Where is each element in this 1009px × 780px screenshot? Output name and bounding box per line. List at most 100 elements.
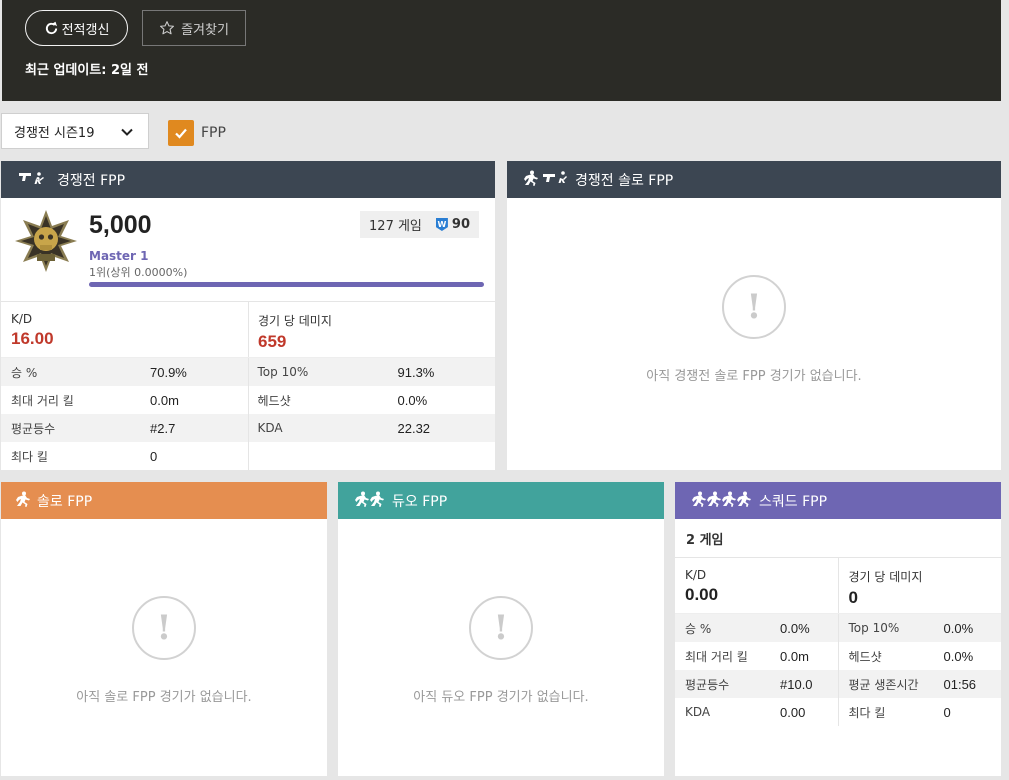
stat-name: 평균 생존시간 [848, 677, 919, 692]
stat-value: 91.3% [397, 364, 435, 380]
exclamation-icon: ! [722, 275, 786, 339]
damage-cell: 경기 당 데미지 659 [248, 302, 495, 357]
damage-value: 659 [258, 332, 287, 351]
stat-name: 평균등수 [11, 421, 56, 436]
stat-name: 최대 거리 킬 [11, 393, 74, 408]
stat-right: Top 10% 0.0% [837, 614, 1002, 642]
stat-left: 평균등수 #10.0 [675, 670, 838, 698]
wins-shield-icon: W [435, 218, 448, 231]
solo-fpp-card: 솔로 FPP ! 아직 솔로 FPP 경기가 없습니다. [1, 482, 327, 776]
ranked-fpp-header: 경쟁전 FPP [1, 161, 495, 198]
kd-row: K/D 0.00 경기 당 데미지 0 [675, 558, 1001, 614]
squad-games-count: 2 게임 [675, 519, 1001, 558]
rank-summary: 5,000 Master 1 1위(상위 0.0000%) 127 게임 W 9… [1, 198, 495, 302]
empty-message: 아직 경쟁전 솔로 FPP 경기가 없습니다. [646, 369, 862, 384]
ranked-fpp-card: 경쟁전 FPP 5,000 Master 1 1위(상위 0.0000%) 12… [1, 161, 495, 470]
chevron-down-icon [121, 128, 133, 136]
stat-row: 최대 거리 킬 0.0m 헤드샷 0.0% [1, 386, 495, 414]
duo-fpp-card: 듀오 FPP ! 아직 듀오 FPP 경기가 없습니다. [338, 482, 664, 776]
games-badge: 127 게임 W 90 [360, 211, 479, 238]
damage-value: 0 [848, 588, 858, 607]
stat-left: 최대 거리 킬 0.0m [1, 386, 248, 414]
stat-value: 0.0% [397, 392, 428, 408]
stat-left: 승 % 70.9% [1, 358, 248, 386]
stat-value: 0 [150, 448, 158, 464]
ranked-solo-fpp-header: 경쟁전 솔로 FPP [507, 161, 1001, 198]
duo-fpp-header: 듀오 FPP [338, 482, 664, 519]
refresh-icon [45, 21, 57, 34]
last-update-text: 최근 업데이트: 2일 전 [25, 63, 149, 78]
stat-value: #2.7 [150, 420, 176, 436]
stat-right: KDA 22.32 [247, 414, 496, 442]
exclamation-icon: ! [469, 596, 533, 660]
stat-right: Top 10% 91.3% [247, 358, 496, 386]
four-runners-icon [689, 491, 755, 511]
stat-value: 0.0m [780, 648, 809, 664]
empty-message: 아직 솔로 FPP 경기가 없습니다. [76, 690, 252, 705]
favorite-button[interactable]: 즐겨찾기 [142, 10, 246, 46]
kd-value: 0.00 [685, 585, 719, 604]
season-dropdown-value: 경쟁전 시즌19 [14, 125, 95, 141]
stat-right: 헤드샷 0.0% [247, 386, 496, 414]
wins-count: 90 [451, 217, 470, 232]
games-count: 127 게임 [369, 219, 422, 234]
kd-label: K/D [11, 312, 33, 326]
damage-cell: 경기 당 데미지 0 [837, 558, 1002, 613]
stat-value: 0 [943, 704, 951, 720]
stat-value: #10.0 [780, 676, 813, 692]
duo-fpp-title: 듀오 FPP [392, 493, 448, 510]
stat-right: 헤드샷 0.0% [837, 642, 1002, 670]
stat-name: 헤드샷 [848, 649, 882, 664]
fpp-checkbox[interactable]: FPP [168, 120, 226, 146]
stat-name: KDA [685, 705, 711, 719]
kd-cell: K/D 0.00 [675, 558, 838, 613]
star-outline-icon [160, 21, 175, 35]
ranked-solo-fpp-title: 경쟁전 솔로 FPP [575, 172, 674, 189]
runner-icon [13, 491, 33, 511]
stat-name: 헤드샷 [257, 393, 291, 408]
stat-value: 70.9% [150, 364, 187, 380]
stat-name: 평균등수 [685, 677, 730, 692]
stat-right: 평균 생존시간 01:56 [837, 670, 1002, 698]
stat-name: Top 10% [257, 365, 309, 379]
runner-gun-icon [521, 170, 567, 190]
master-emblem-icon [13, 208, 79, 278]
stat-value: 0.0% [943, 648, 974, 664]
damage-label: 경기 당 데미지 [258, 314, 332, 328]
stat-name: 최다 킬 [11, 449, 48, 464]
ranked-solo-fpp-card: 경쟁전 솔로 FPP ! 아직 경쟁전 솔로 FPP 경기가 없습니다. [507, 161, 1001, 470]
stat-row: 승 % 70.9% Top 10% 91.3% [1, 358, 495, 386]
kd-cell: K/D 16.00 [1, 302, 248, 357]
stat-name: 최다 킬 [848, 705, 886, 720]
gun-icon [19, 171, 49, 189]
tier-name: Master 1 [89, 249, 149, 263]
kd-row: K/D 16.00 경기 당 데미지 659 [1, 302, 495, 358]
stat-name: KDA [257, 421, 283, 435]
stat-name: Top 10% [848, 621, 900, 635]
stat-value: 0.0m [150, 392, 179, 408]
solo-fpp-title: 솔로 FPP [37, 493, 93, 510]
stat-value: 22.32 [397, 420, 431, 436]
refresh-button[interactable]: 전적갱신 [25, 10, 128, 46]
profile-header: 전적갱신 즐겨찾기 최근 업데이트: 2일 전 [2, 0, 1001, 101]
exclamation-icon: ! [132, 596, 196, 660]
favorite-label: 즐겨찾기 [181, 22, 229, 38]
checkbox-box[interactable] [168, 120, 194, 146]
stat-row: KDA 0.00 최다 킬 0 [675, 698, 1001, 726]
rating-value: 5,000 [89, 211, 152, 239]
squad-stats-table: 승 % 0.0% Top 10% 0.0% 최대 거리 킬 0.0m 헤드샷 0.0% … [675, 614, 1001, 726]
stat-name: 승 % [11, 365, 38, 380]
season-dropdown[interactable]: 경쟁전 시즌19 [1, 113, 149, 149]
stat-row: 평균등수 #10.0 평균 생존시간 01:56 [675, 670, 1001, 698]
kd-label: K/D [685, 568, 707, 582]
squad-fpp-card: 스쿼드 FPP 2 게임 K/D 0.00 경기 당 데미지 0 승 % 0.0%… [675, 482, 1001, 776]
ranked-stats-table: 승 % 70.9% Top 10% 91.3% 최대 거리 킬 0.0m 헤드샷 0.0… [1, 358, 495, 470]
stat-row: 최대 거리 킬 0.0m 헤드샷 0.0% [675, 642, 1001, 670]
stat-left: 승 % 0.0% [675, 614, 838, 642]
stat-left: 최대 거리 킬 0.0m [675, 642, 838, 670]
stat-name: 승 % [685, 621, 712, 636]
stat-row: 평균등수 #2.7 KDA 22.32 [1, 414, 495, 442]
stat-row: 최다 킬 0 [1, 442, 495, 470]
empty-state: ! 아직 경쟁전 솔로 FPP 경기가 없습니다. [507, 275, 1001, 384]
squad-fpp-title: 스쿼드 FPP [759, 493, 828, 510]
